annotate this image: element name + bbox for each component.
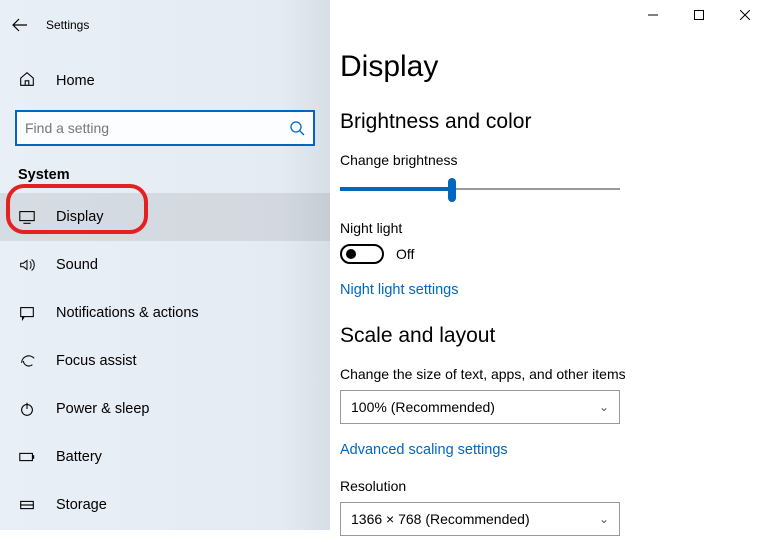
- minimize-icon: [648, 10, 658, 20]
- nightlight-settings-link[interactable]: Night light settings: [340, 282, 458, 298]
- sidebar-item-label: Power & sleep: [56, 401, 150, 417]
- scale-label: Change the size of text, apps, and other…: [340, 366, 768, 382]
- main-content: Display Brightness and color Change brig…: [330, 0, 768, 530]
- minimize-button[interactable]: [630, 0, 676, 30]
- sidebar-item-label: Battery: [56, 449, 102, 465]
- home-label: Home: [56, 73, 95, 89]
- sidebar-item-display[interactable]: Display: [0, 193, 330, 241]
- sidebar-item-storage[interactable]: Storage: [0, 481, 330, 529]
- notifications-icon: [18, 304, 38, 322]
- category-header: System: [0, 159, 330, 193]
- sidebar-item-label: Storage: [56, 497, 107, 513]
- sound-icon: [18, 256, 38, 274]
- sidebar-item-label: Focus assist: [56, 353, 137, 369]
- sidebar: Settings Home System Display Sound Notif…: [0, 0, 330, 530]
- display-icon: [18, 208, 38, 226]
- sidebar-item-sound[interactable]: Sound: [0, 241, 330, 289]
- sidebar-item-label: Sound: [56, 257, 98, 273]
- resolution-label: Resolution: [340, 478, 768, 494]
- sidebar-home[interactable]: Home: [0, 58, 330, 103]
- brightness-slider[interactable]: [340, 178, 620, 202]
- scale-value: 100% (Recommended): [351, 399, 495, 415]
- chevron-down-icon: ⌄: [599, 512, 609, 526]
- battery-icon: [18, 448, 38, 466]
- advanced-scaling-link[interactable]: Advanced scaling settings: [340, 442, 508, 458]
- brightness-label: Change brightness: [340, 152, 768, 168]
- resolution-value: 1366 × 768 (Recommended): [351, 511, 530, 527]
- close-button[interactable]: [722, 0, 768, 30]
- sidebar-item-label: Display: [56, 209, 104, 225]
- power-icon: [18, 400, 38, 418]
- sidebar-item-label: Notifications & actions: [56, 305, 199, 321]
- search-input[interactable]: [25, 120, 289, 136]
- nightlight-state: Off: [396, 246, 414, 262]
- nightlight-label: Night light: [340, 220, 768, 236]
- back-arrow-icon: [12, 17, 28, 33]
- storage-icon: [18, 496, 38, 514]
- resolution-dropdown[interactable]: 1366 × 768 (Recommended) ⌄: [340, 502, 620, 536]
- section-scale: Scale and layout: [340, 324, 768, 348]
- back-button[interactable]: [0, 10, 40, 40]
- sidebar-item-focus-assist[interactable]: Focus assist: [0, 337, 330, 385]
- sidebar-item-notifications[interactable]: Notifications & actions: [0, 289, 330, 337]
- page-title: Display: [340, 50, 768, 84]
- window-title: Settings: [46, 18, 89, 32]
- search-icon: [289, 120, 305, 136]
- close-icon: [740, 10, 750, 20]
- scale-dropdown[interactable]: 100% (Recommended) ⌄: [340, 390, 620, 424]
- slider-thumb[interactable]: [448, 178, 456, 202]
- toggle-knob: [346, 249, 356, 259]
- sidebar-item-battery[interactable]: Battery: [0, 433, 330, 481]
- nightlight-toggle[interactable]: [340, 244, 384, 264]
- section-brightness: Brightness and color: [340, 110, 768, 134]
- maximize-button[interactable]: [676, 0, 722, 30]
- search-box[interactable]: [16, 111, 314, 145]
- home-icon: [18, 70, 38, 91]
- chevron-down-icon: ⌄: [599, 400, 609, 414]
- focus-assist-icon: [18, 352, 38, 370]
- slider-fill: [340, 187, 452, 191]
- maximize-icon: [694, 10, 704, 20]
- sidebar-item-power-sleep[interactable]: Power & sleep: [0, 385, 330, 433]
